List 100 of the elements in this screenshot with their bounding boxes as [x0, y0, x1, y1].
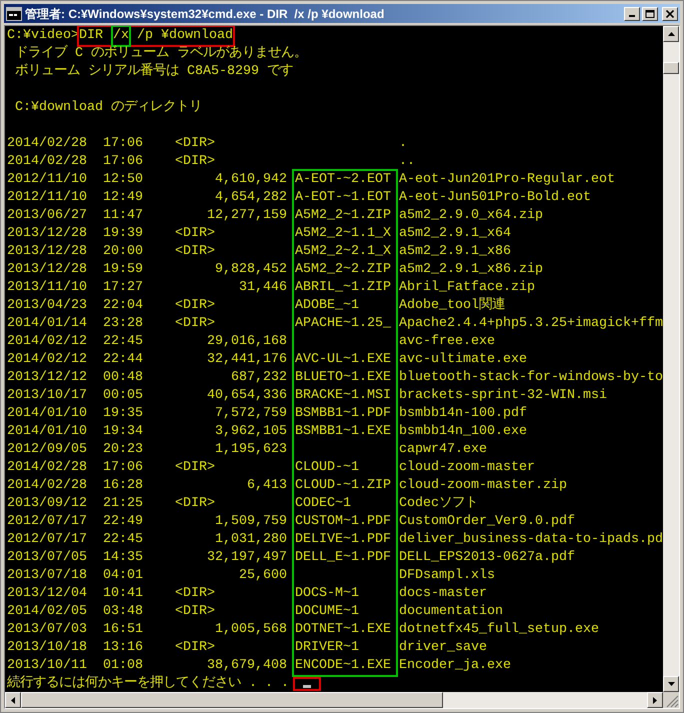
time-cell-text: 04:01 — [103, 567, 144, 585]
command-text: DIR — [78, 27, 103, 45]
date-cell-text: 2013/07/18 — [7, 567, 88, 585]
short-name-cell: A5M2_2~2.1_X — [295, 243, 391, 261]
size-cell: 3,962,105 — [215, 423, 287, 441]
scroll-left-button[interactable] — [5, 692, 21, 708]
window-title: 管理者: C:¥Windows¥system32¥cmd.exe - DIR /x /p ¥download — [25, 6, 386, 22]
short-name-cell: BLUETO~1.EXE — [295, 369, 391, 387]
date-cell-text: 2012/07/17 — [7, 513, 88, 531]
date-cell-text: 2012/07/17 — [7, 531, 88, 549]
date-cell-text: 2014/02/28 — [7, 477, 88, 495]
minimize-button[interactable] — [624, 6, 640, 20]
directory-tag: <DIR> — [175, 495, 215, 513]
option-highlight: /x — [110, 26, 131, 47]
directory-tag: <DIR> — [175, 243, 215, 261]
time-cell-text: 00:48 — [103, 369, 144, 387]
time-cell-text: 22:04 — [103, 297, 144, 315]
file-name-cell: Apache2.4.4+php5.3.25+imagick+ffm — [399, 315, 663, 333]
time-cell-text: 17:06 — [103, 153, 144, 171]
size-cell: 4,654,282 — [215, 189, 287, 207]
scroll-right-button[interactable] — [647, 692, 663, 708]
time-cell-text: 16:51 — [103, 621, 144, 639]
size-cell: 1,031,280 — [215, 531, 287, 549]
date-cell-text: 2014/02/28 — [7, 135, 88, 153]
short-name-cell: APACHE~1.25_ — [295, 315, 391, 333]
short-name-cell-text: CLOUD-~1 — [295, 459, 360, 477]
short-name-cell: DELIVE~1.PDF — [295, 531, 391, 549]
time-cell-text: 03:48 — [103, 603, 144, 621]
time-cell-text: 12:49 — [103, 189, 144, 207]
size-cell: 4,610,942 — [215, 171, 287, 189]
scroll-thumb[interactable] — [21, 692, 443, 708]
time-cell-text: 22:44 — [103, 351, 144, 369]
file-name-cell: dotnetfx45_full_setup.exe — [399, 621, 599, 639]
date-cell-text: 2014/01/10 — [7, 423, 88, 441]
time-cell-text: 19:59 — [103, 261, 144, 279]
file-name-cell: a5m2_2.9.1_x64 — [399, 225, 511, 243]
date-cell-text: 2013/10/18 — [7, 639, 88, 657]
size-cell: 1,195,623 — [215, 441, 287, 459]
file-name-cell: bsmbb14n_100.exe — [399, 423, 527, 441]
short-name-cell: BRACKE~1.MSI — [295, 387, 391, 405]
maximize-button[interactable] — [642, 6, 658, 20]
date-cell-text: 2013/06/27 — [7, 207, 88, 225]
date-cell-text: 2014/01/10 — [7, 405, 88, 423]
date-cell-text: 2014/02/05 — [7, 603, 88, 621]
date-cell-text: 2013/12/28 — [7, 243, 88, 261]
size-cell: 687,232 — [231, 369, 287, 387]
maximize-icon — [645, 10, 655, 18]
arrow-left-icon — [11, 696, 15, 704]
time-cell-text: 23:28 — [103, 315, 144, 333]
directory-tag: <DIR> — [175, 459, 215, 477]
arrow-right-icon — [653, 696, 657, 704]
directory-tag: <DIR> — [175, 603, 215, 621]
directory-tag: <DIR> — [175, 639, 215, 657]
time-cell-text: 11:47 — [103, 207, 144, 225]
file-name-cell: Codecソフト — [399, 495, 478, 513]
size-cell: 31,446 — [239, 279, 287, 297]
date-cell-text: 2013/12/28 — [7, 261, 88, 279]
arrow-up-icon — [668, 32, 674, 36]
scroll-up-button[interactable] — [663, 26, 679, 42]
file-name-cell: a5m2_2.9.1_x86 — [399, 243, 511, 261]
size-cell: 29,016,168 — [207, 333, 287, 351]
text-cursor — [303, 685, 311, 688]
short-name-cell: BSMBB1~1.PDF — [295, 405, 391, 423]
directory-tag: <DIR> — [175, 297, 215, 315]
directory-tag: <DIR> — [175, 225, 215, 243]
short-name-cell: AVC-UL~1.EXE — [295, 351, 391, 369]
file-name-cell: docs-master — [399, 585, 487, 603]
close-button[interactable] — [662, 6, 678, 20]
scroll-down-button[interactable] — [663, 676, 679, 692]
file-name-cell: .. — [399, 153, 415, 171]
short-name-cell: DOTNET~1.EXE — [295, 621, 391, 639]
date-cell-text: 2012/09/05 — [7, 441, 88, 459]
directory-tag: <DIR> — [175, 135, 215, 153]
time-cell-text: 19:34 — [103, 423, 144, 441]
date-cell-text: 2013/12/12 — [7, 369, 88, 387]
short-name-cell-text: DOCUME~1 — [295, 603, 360, 621]
file-name-cell: DFDsampl.xls — [399, 567, 495, 585]
date-cell-text: 2013/07/05 — [7, 549, 88, 567]
short-name-cell: ENCODE~1.EXE — [295, 657, 391, 675]
file-name-cell: brackets-sprint-32-WIN.msi — [399, 387, 607, 405]
date-cell-text: 2014/02/28 — [7, 153, 88, 171]
short-name-cell: A5M2_2~1.1_X — [295, 225, 391, 243]
file-name-cell: . — [399, 135, 407, 153]
time-cell-text: 16:28 — [103, 477, 144, 495]
size-cell: 9,828,452 — [215, 261, 287, 279]
time-cell-text: 19:35 — [103, 405, 144, 423]
short-name-cell: CLOUD-~1.ZIP — [295, 477, 391, 495]
directory-tag: <DIR> — [175, 315, 215, 333]
size-cell: 7,572,759 — [215, 405, 287, 423]
short-name-cell-text: CODEC~1 — [295, 495, 352, 513]
file-name-cell-text: Abril_Fatface.zip — [399, 279, 535, 296]
size-cell: 38,679,408 — [207, 657, 287, 675]
short-name-cell: ABRIL_~1.ZIP — [295, 279, 391, 297]
size-cell: 1,005,568 — [215, 621, 287, 639]
file-name-cell: a5m2_2.9.1_x86.zip — [399, 261, 543, 279]
time-cell-text: 14:35 — [103, 549, 144, 567]
time-cell-text: 17:27 — [103, 279, 144, 297]
date-cell-text: 2012/11/10 — [7, 171, 88, 189]
scroll-thumb[interactable] — [663, 62, 679, 74]
short-name-cell-text: DRIVER~1 — [295, 639, 360, 657]
